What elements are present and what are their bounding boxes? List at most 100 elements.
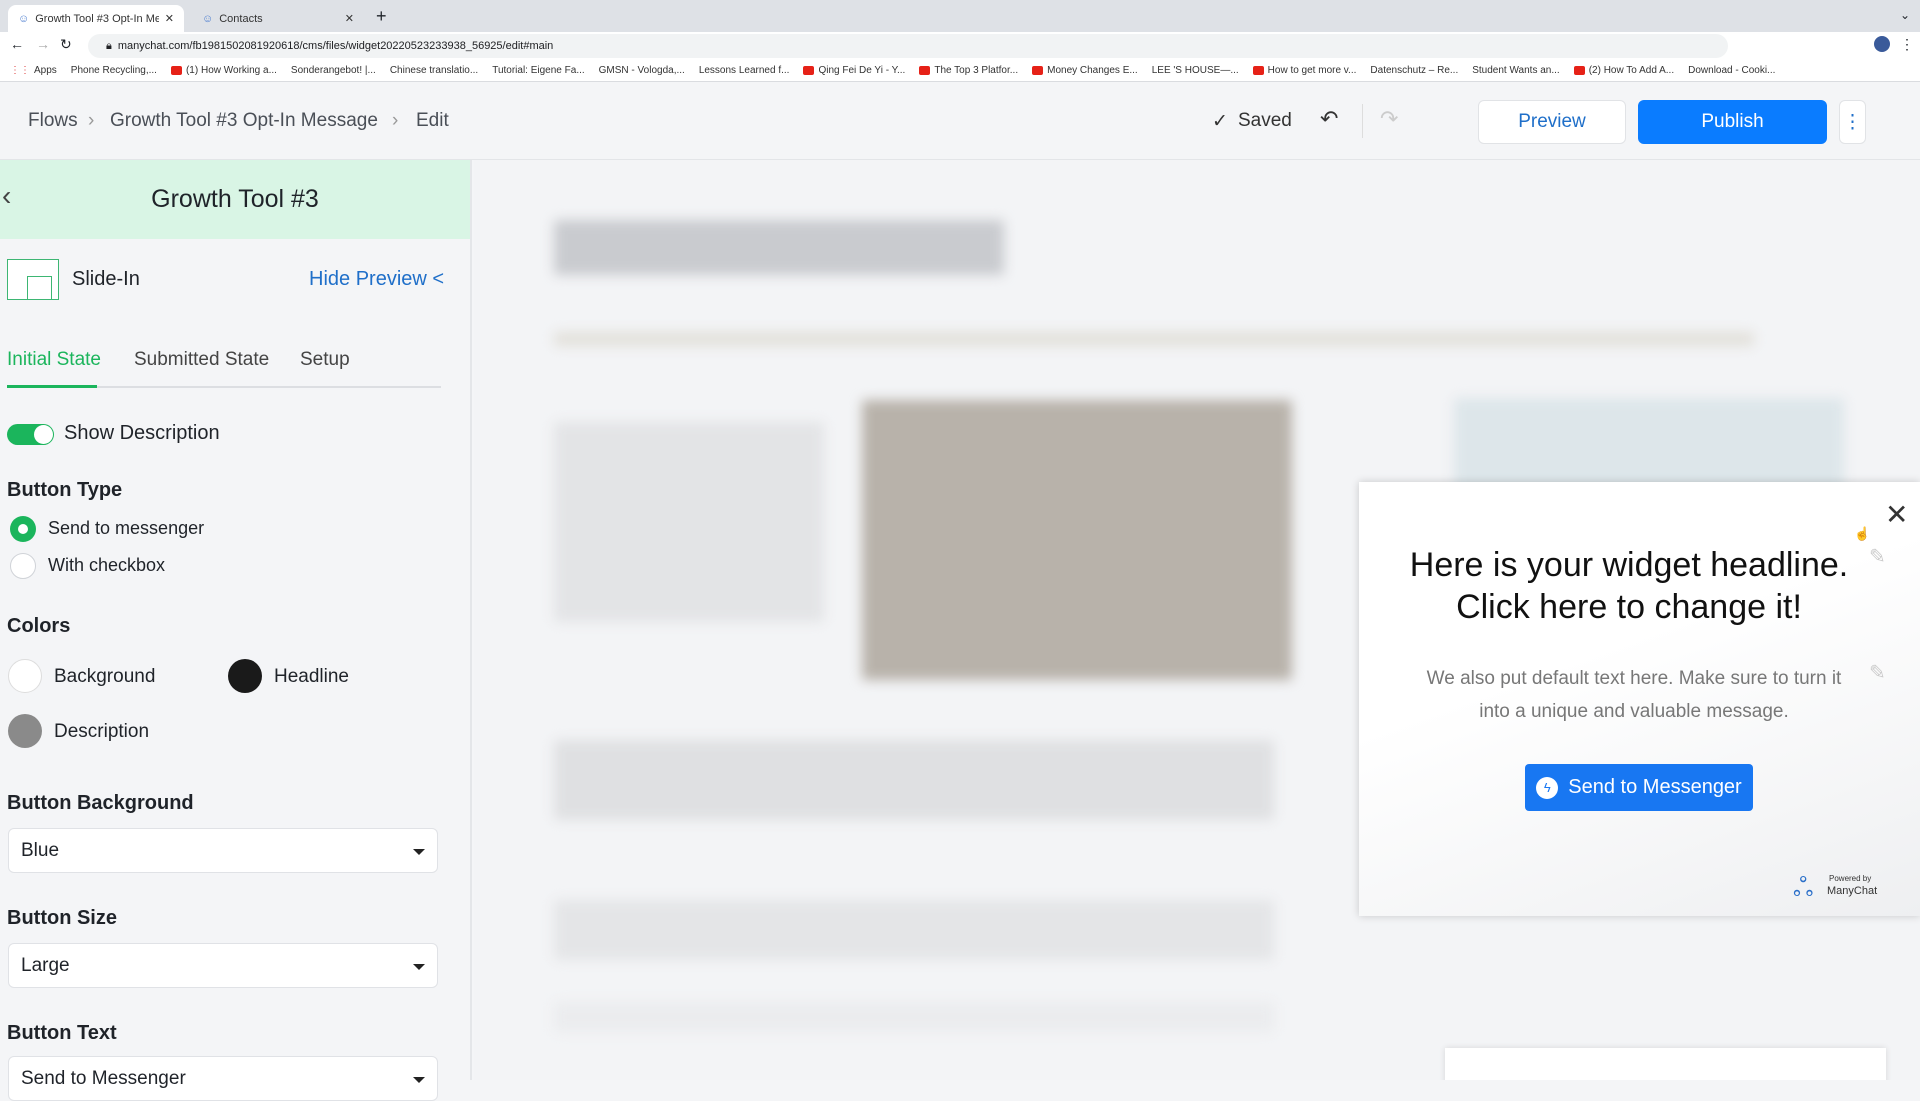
blurred-article-text [554, 422, 824, 622]
cursor-hand-icon: ☝ [1854, 526, 1871, 541]
bookmark[interactable]: ⋮⋮ Apps [10, 65, 57, 76]
second-widget-card [1445, 1048, 1886, 1080]
widget-description[interactable]: We also put default text here. Make sure… [1414, 662, 1854, 728]
tab-search-icon[interactable]: ⌄ [1900, 8, 1910, 22]
color-label: Headline [274, 666, 349, 687]
active-tab-indicator [7, 385, 97, 388]
youtube-icon [919, 66, 931, 75]
bookmark[interactable]: Download - Cooki... [1688, 65, 1775, 76]
blurred-image [862, 400, 1292, 680]
saved-status: Saved [1238, 110, 1292, 131]
bookmark[interactable]: (1) How Working a... [170, 65, 277, 76]
background-color-swatch[interactable] [8, 659, 42, 693]
headline-color-swatch[interactable] [228, 659, 262, 693]
address-bar[interactable]: 🔒︎ manychat.com/fb198150208192061​8/cms/f… [88, 34, 1728, 58]
bookmark[interactable]: How to get more v... [1252, 65, 1356, 76]
bookmarks-bar: ⋮⋮ Apps Phone Recycling,... (1) How Worki… [0, 60, 1920, 82]
bookmark[interactable]: Lessons Learned f... [699, 65, 790, 76]
preview-button[interactable]: Preview [1478, 100, 1626, 144]
youtube-icon [1573, 66, 1585, 75]
show-description-toggle[interactable] [7, 424, 54, 445]
app-header: Flows › Growth Tool #3 Opt-In Message › … [0, 82, 1920, 160]
close-tab-icon[interactable]: ✕ [165, 12, 174, 25]
youtube-icon [170, 66, 182, 75]
powered-by-label: Powered by [1829, 874, 1872, 883]
radio-with-checkbox[interactable] [10, 553, 36, 579]
messenger-icon: ϟ [1536, 776, 1559, 799]
slide-in-widget: ☝ ✕ Here is your widget headline. Click … [1359, 482, 1920, 916]
chevron-right-icon: › [392, 110, 399, 131]
tab-initial-state[interactable]: Initial State [7, 349, 101, 371]
button-background-heading: Button Background [7, 792, 194, 814]
slide-in-icon [7, 259, 59, 300]
manychat-logo-icon: ஃ [1793, 872, 1814, 902]
undo-icon[interactable]: ↶ [1320, 106, 1338, 132]
browser-tab[interactable]: ☺ Contacts ✕ [192, 5, 364, 32]
send-to-messenger-button[interactable]: ϟ Send to Messenger [1525, 764, 1753, 811]
bookmark[interactable]: Sonderangebot! |... [291, 65, 376, 76]
blurred-paragraph [554, 740, 1274, 820]
edit-pencil-icon[interactable]: ✎ [1869, 660, 1886, 685]
bookmark[interactable]: Student Wants an... [1472, 65, 1559, 76]
bookmark[interactable]: Money Changes E... [1032, 65, 1138, 76]
blurred-footer [554, 1002, 1274, 1032]
browser-toolbar: ← → ↻ 🔒︎ manychat.com/fb198150208192061​8… [0, 32, 1920, 60]
show-description-label: Show Description [64, 422, 220, 444]
button-size-select[interactable]: Large [8, 943, 438, 988]
more-options-button[interactable]: ⋮ [1839, 100, 1866, 144]
bookmark[interactable]: (2) How To Add A... [1573, 65, 1674, 76]
back-chevron-icon[interactable]: ‹ [2, 180, 11, 212]
bookmark[interactable]: GMSN - Vologda,... [599, 65, 685, 76]
blurred-site-logo [554, 220, 1004, 275]
youtube-icon [1032, 66, 1044, 75]
new-tab-button[interactable]: + [376, 6, 387, 27]
radio-send-to-messenger[interactable] [10, 516, 36, 542]
breadcrumb-flow[interactable]: Growth Tool #3 Opt-In Message [110, 110, 378, 132]
button-text-select[interactable]: Send to Messenger [8, 1056, 438, 1101]
hide-preview-link[interactable]: Hide Preview < [309, 268, 444, 291]
apps-icon: ⋮⋮ [10, 65, 30, 76]
publish-button[interactable]: Publish [1638, 100, 1827, 144]
tab-submitted-state[interactable]: Submitted State [134, 349, 269, 371]
brand-label: ManyChat [1827, 885, 1878, 897]
menu-icon[interactable]: ⋮ [1900, 36, 1914, 53]
bookmark[interactable]: Phone Recycling,... [71, 65, 157, 76]
favicon-icon: ☺ [202, 12, 214, 25]
tab-setup[interactable]: Setup [300, 349, 350, 371]
lock-icon: 🔒︎ [106, 39, 112, 52]
divider [1362, 104, 1363, 138]
bookmark[interactable]: Chinese translatio... [390, 65, 478, 76]
bookmark[interactable]: Datenschutz – Re... [1370, 65, 1458, 76]
redo-icon[interactable]: ↷ [1380, 106, 1398, 132]
browser-tab[interactable]: ☺Growth Tool #3 Opt-In Messag✕ [8, 5, 184, 32]
widget-type: Slide-In [72, 268, 140, 290]
reload-icon[interactable]: ↻ [60, 36, 72, 53]
profile-avatar[interactable] [1874, 36, 1890, 52]
bookmark[interactable]: Tutorial: Eigene Fa... [492, 65, 584, 76]
forward-icon[interactable]: → [36, 36, 50, 52]
back-icon[interactable]: ← [10, 36, 24, 52]
color-label: Description [54, 721, 150, 742]
button-type-heading: Button Type [7, 479, 123, 501]
breadcrumb-flows[interactable]: Flows [28, 110, 78, 132]
bookmark[interactable]: LEE 'S HOUSE—... [1152, 65, 1239, 76]
edit-pencil-icon[interactable]: ✎ [1869, 544, 1886, 569]
bookmark[interactable]: The Top 3 Platfor... [919, 65, 1018, 76]
favicon-icon: ☺ [18, 12, 30, 25]
widget-headline[interactable]: Here is your widget headline. Click here… [1409, 544, 1849, 628]
colors-heading: Colors [7, 615, 71, 637]
close-icon[interactable]: ✕ [1885, 498, 1908, 531]
chevron-right-icon: › [88, 110, 95, 131]
button-background-select[interactable]: Blue [8, 828, 438, 873]
sidebar-header: ‹ Growth Tool #3 [0, 160, 470, 239]
browser-tab-strip: ☺Growth Tool #3 Opt-In Messag✕ ☺Contacts… [0, 0, 1920, 32]
bookmark[interactable]: Qing Fei De Yi - Y... [803, 65, 905, 76]
radio-label: Send to messenger [48, 518, 205, 538]
sidebar-title: Growth Tool #3 [151, 185, 319, 213]
youtube-icon [803, 66, 815, 75]
radio-label: With checkbox [48, 555, 166, 575]
description-color-swatch[interactable] [8, 714, 42, 748]
color-label: Background [54, 666, 156, 687]
blurred-nav [554, 332, 1754, 346]
close-tab-icon[interactable]: ✕ [345, 12, 354, 25]
